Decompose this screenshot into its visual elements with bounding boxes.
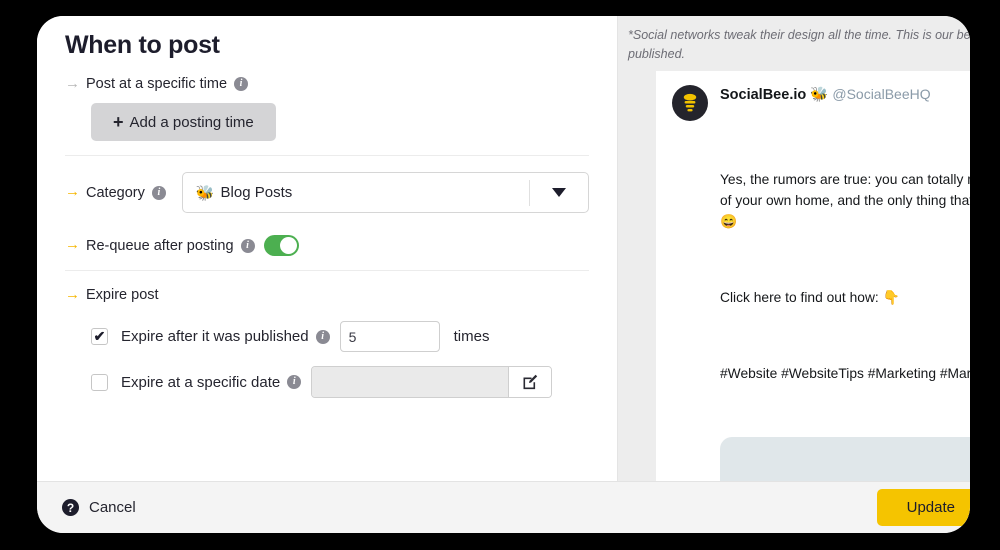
category-select[interactable]: 🐝 Blog Posts xyxy=(181,172,589,213)
avatar xyxy=(672,85,708,121)
add-posting-time-button[interactable]: + Add a posting time xyxy=(91,103,276,141)
tweet-paragraph-2: Click here to find out how: 👇 xyxy=(720,289,900,305)
expire-post-label: Expire post xyxy=(86,287,159,303)
cancel-label: Cancel xyxy=(89,499,136,516)
tweet-paragraph-3: #Website #WebsiteTips #Marketing #Market… xyxy=(720,365,970,381)
category-section: → Category i 🐝 Blog Posts → Re-queue aft… xyxy=(65,156,589,270)
cancel-button[interactable]: ? Cancel xyxy=(62,499,136,516)
tweet-media-placeholder xyxy=(720,436,970,481)
post-time-label: Post at a specific time xyxy=(86,76,228,92)
expire-date-checkbox[interactable] xyxy=(91,373,108,391)
expire-times-input[interactable] xyxy=(339,321,440,352)
arrow-right-icon: → xyxy=(65,74,80,92)
question-circle-icon: ? xyxy=(62,499,79,516)
expire-published-label: Expire after it was published xyxy=(121,328,309,345)
tweet-line-3: 😄 xyxy=(720,213,738,229)
tweet-paragraph-1: Yes, the rumors are true: you can totall… xyxy=(720,170,970,232)
info-icon[interactable]: i xyxy=(240,238,255,253)
preview-scroll-region[interactable]: *Social networks tweak their design all … xyxy=(618,16,970,481)
plus-icon: + xyxy=(113,112,124,132)
page-title: When to post xyxy=(65,31,220,59)
expire-date-label: Expire at a specific date xyxy=(121,373,281,391)
requeue-row: → Re-queue after posting i xyxy=(65,235,589,256)
expire-post-section: → Expire post ✔ Expire after it was publ… xyxy=(65,271,589,412)
category-selected-label: Blog Posts xyxy=(220,184,293,201)
tweet-header: SocialBee.io 🐝 @SocialBeeHQ xyxy=(672,85,970,121)
expire-published-checkbox[interactable]: ✔ xyxy=(91,328,108,345)
expire-date-row: Expire at a specific date i xyxy=(91,366,589,398)
info-icon[interactable]: i xyxy=(151,185,166,200)
preview-disclaimer: *Social networks tweak their design all … xyxy=(618,16,970,65)
expire-post-label-row: → Expire post xyxy=(65,285,589,304)
info-icon[interactable]: i xyxy=(234,77,249,91)
arrow-right-icon: → xyxy=(65,285,80,303)
preview-pane: *Social networks tweak their design all … xyxy=(618,16,970,481)
edit-square-icon xyxy=(523,374,538,390)
info-icon[interactable]: i xyxy=(315,329,330,344)
when-to-post-dialog: When to post → Post at a specific time i… xyxy=(37,16,970,533)
post-time-label-row: → Post at a specific time i xyxy=(65,76,589,92)
tweet-preview-card: SocialBee.io 🐝 @SocialBeeHQ Yes, the rum… xyxy=(656,71,970,481)
category-label: Category xyxy=(86,184,145,201)
preview-disclaimer-line2: published. xyxy=(628,47,685,62)
info-icon[interactable]: i xyxy=(287,375,302,389)
requeue-toggle[interactable] xyxy=(263,235,299,256)
bee-emoji-icon: 🐝 xyxy=(810,87,829,103)
settings-pane: When to post → Post at a specific time i… xyxy=(37,16,617,481)
add-posting-time-label: Add a posting time xyxy=(129,113,254,131)
arrow-right-icon: → xyxy=(65,236,80,253)
expire-times-suffix: times xyxy=(453,328,490,345)
tweet-handle: @SocialBeeHQ xyxy=(832,86,931,102)
arrow-right-icon: → xyxy=(65,183,80,200)
tweet-body: Yes, the rumors are true: you can totall… xyxy=(720,129,970,426)
update-button[interactable]: Update xyxy=(876,489,970,526)
bee-logo-icon xyxy=(683,93,697,112)
expire-date-edit-button[interactable] xyxy=(508,367,552,397)
check-icon: ✔ xyxy=(93,327,106,344)
category-row: → Category i 🐝 Blog Posts xyxy=(65,172,589,213)
chevron-down-icon[interactable] xyxy=(530,188,588,197)
requeue-label: Re-queue after posting xyxy=(86,237,234,254)
expire-date-input[interactable] xyxy=(312,367,509,397)
tweet-line-2: of your own home, and the only thing tha… xyxy=(720,193,970,209)
tweet-display-name: SocialBee.io 🐝 xyxy=(720,87,832,103)
category-select-value: 🐝 Blog Posts xyxy=(183,184,529,202)
dialog-footer: ? Cancel Update xyxy=(37,481,970,533)
tweet-display-name-text: SocialBee.io xyxy=(720,87,807,103)
dialog-body: When to post → Post at a specific time i… xyxy=(37,16,970,481)
expire-published-row: ✔ Expire after it was published i times xyxy=(91,321,589,352)
tweet-line-1: Yes, the rumors are true: you can totall… xyxy=(720,172,970,188)
bee-emoji-icon: 🐝 xyxy=(195,184,215,202)
post-time-section: → Post at a specific time i + Add a post… xyxy=(65,60,589,155)
tweet-author: SocialBee.io 🐝 @SocialBeeHQ xyxy=(720,85,931,121)
expire-date-group xyxy=(311,366,553,398)
preview-disclaimer-line1: *Social networks tweak their design all … xyxy=(628,28,970,42)
